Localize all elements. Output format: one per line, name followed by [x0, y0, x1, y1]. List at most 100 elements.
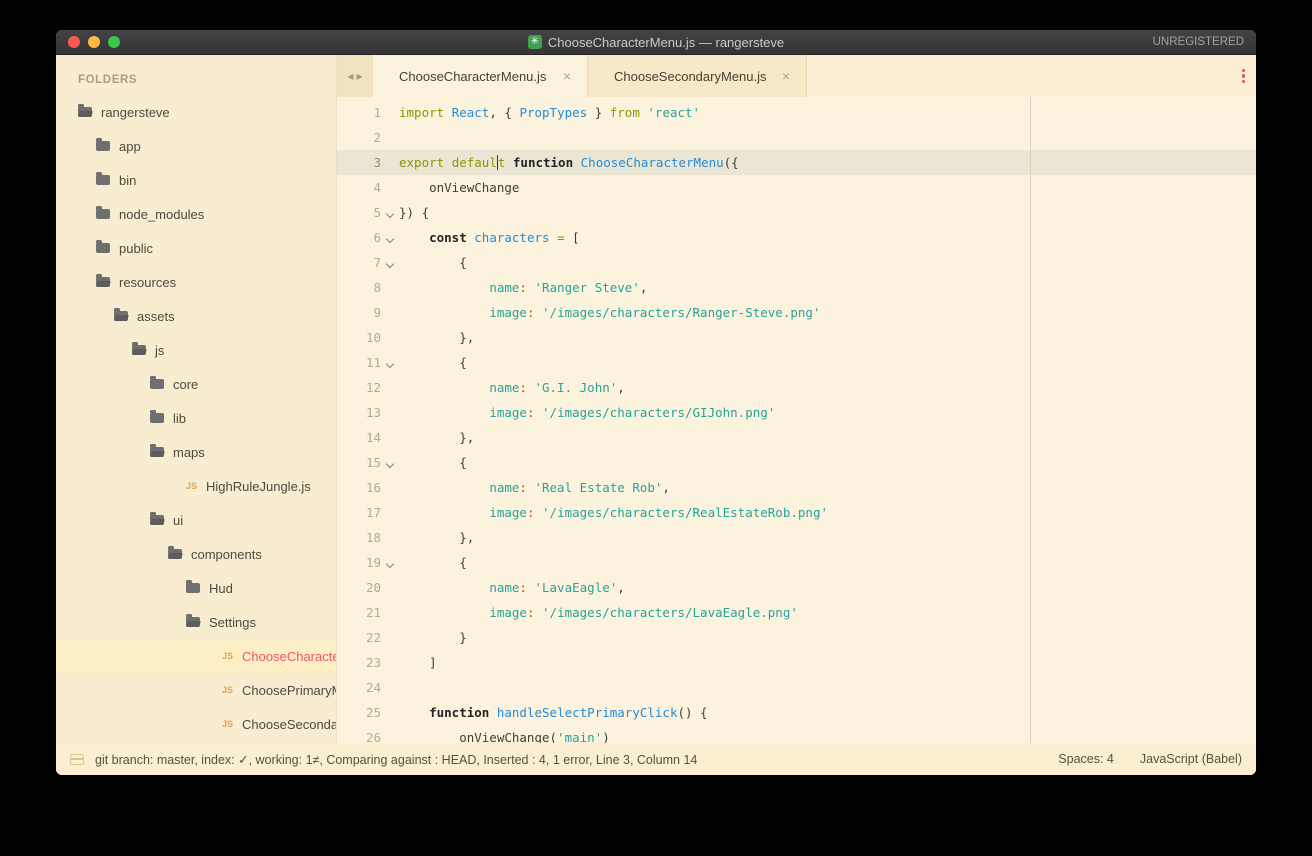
code-text: name: 'G.I. John', [399, 380, 625, 395]
code-text: image: '/images/characters/RealEstateRob… [399, 505, 828, 520]
code-text: function handleSelectPrimaryClick() { [399, 705, 708, 720]
code-line-3[interactable]: 3export default function ChooseCharacter… [337, 150, 1256, 175]
line-number: 17 [337, 505, 381, 520]
code-line-25[interactable]: 25 function handleSelectPrimaryClick() { [337, 700, 1256, 725]
sidebar-file-chooseprimarym[interactable]: JSChoosePrimaryM [56, 673, 336, 707]
code-line-6[interactable]: 6 const characters = [ [337, 225, 1256, 250]
code-text: name: 'Ranger Steve', [399, 280, 647, 295]
line-number: 1 [337, 105, 381, 120]
tab-label: ChooseSecondaryMenu.js [614, 69, 766, 84]
js-file-type-icon: ✳ [528, 35, 542, 49]
sidebar-folder-app[interactable]: app [56, 129, 336, 163]
tree-item-label: bin [119, 173, 136, 188]
tree-item-label: maps [173, 445, 205, 460]
folders-header: FOLDERS [78, 74, 336, 86]
code-line-19[interactable]: 19 { [337, 550, 1256, 575]
tree-item-label: lib [173, 411, 186, 426]
sidebar-folder-node_modules[interactable]: node_modules [56, 197, 336, 231]
line-number: 8 [337, 280, 381, 295]
code-line-11[interactable]: 11 { [337, 350, 1256, 375]
tree-item-label: public [119, 241, 153, 256]
sidebar-folder-bin[interactable]: bin [56, 163, 336, 197]
code-line-21[interactable]: 21 image: '/images/characters/LavaEagle.… [337, 600, 1256, 625]
line-number: 4 [337, 180, 381, 195]
js-file-icon: JS [222, 685, 233, 695]
tree-item-label: app [119, 139, 141, 154]
sidebar-file-choosecharacte[interactable]: JSChooseCharacte [56, 639, 336, 673]
code-editor[interactable]: 1 import React, { PropTypes } from 'react… [337, 97, 1256, 743]
sidebar-folder-maps[interactable]: maps [56, 435, 336, 469]
line-number: 25 [337, 705, 381, 720]
tree-item-label: Settings [209, 615, 256, 630]
tree-item-label: resources [119, 275, 176, 290]
zoom-window-button[interactable] [108, 36, 120, 48]
tab-nav-back-icon[interactable]: ◀ [347, 72, 353, 81]
line-number: 2 [337, 130, 381, 145]
indentation-setting[interactable]: Spaces: 4 [1058, 752, 1114, 766]
code-line-16[interactable]: 16 name: 'Real Estate Rob', [337, 475, 1256, 500]
line-number: 21 [337, 605, 381, 620]
overflow-menu-icon[interactable] [1242, 69, 1246, 84]
sidebar-folder-components[interactable]: components [56, 537, 336, 571]
sidebar-file-chooseseconda[interactable]: JSChooseSeconda [56, 707, 336, 741]
folder-open-icon [186, 617, 200, 627]
minimize-window-button[interactable] [88, 36, 100, 48]
code-line-26[interactable]: 26 onViewChange('main') [337, 725, 1256, 743]
code-lines: 1 import React, { PropTypes } from 'react… [337, 97, 1256, 743]
code-line-8[interactable]: 8 name: 'Ranger Steve', [337, 275, 1256, 300]
code-text: onViewChange [399, 180, 519, 195]
code-line-9[interactable]: 9 image: '/images/characters/Ranger-Stev… [337, 300, 1256, 325]
code-text: name: 'LavaEagle', [399, 580, 625, 595]
tab-close-icon[interactable]: × [782, 68, 790, 84]
tree-item-label: ChooseCharacte [242, 649, 337, 664]
close-window-button[interactable] [68, 36, 80, 48]
js-file-icon: JS [186, 481, 197, 491]
code-line-5[interactable]: 5}) { [337, 200, 1256, 225]
tab-choosecharactermenu[interactable]: ChooseCharacterMenu.js × [373, 55, 587, 97]
code-line-20[interactable]: 20 name: 'LavaEagle', [337, 575, 1256, 600]
line-number: 20 [337, 580, 381, 595]
tab-nav-forward-icon[interactable]: ▶ [357, 72, 363, 81]
tree-item-label: node_modules [119, 207, 204, 222]
code-text: import React, { PropTypes } from 'react' [399, 105, 700, 120]
code-line-12[interactable]: 12 name: 'G.I. John', [337, 375, 1256, 400]
folder-open-icon [132, 345, 146, 355]
code-line-18[interactable]: 18 }, [337, 525, 1256, 550]
sidebar-folder-lib[interactable]: lib [56, 401, 336, 435]
folder-open-icon [96, 277, 110, 287]
sidebar-folder-ui[interactable]: ui [56, 503, 336, 537]
tree-item-label: assets [137, 309, 175, 324]
code-line-10[interactable]: 10 }, [337, 325, 1256, 350]
code-line-1[interactable]: 1 import React, { PropTypes } from 'react… [337, 100, 1256, 125]
sidebar-file-highrulejungle.js[interactable]: JSHighRuleJungle.js [56, 469, 336, 503]
code-text: } [399, 630, 467, 645]
line-number: 19 [337, 555, 381, 570]
sidebar-folder-js[interactable]: js [56, 333, 336, 367]
line-number: 14 [337, 430, 381, 445]
code-line-24[interactable]: 24 [337, 675, 1256, 700]
panel-toggle-icon[interactable] [70, 754, 84, 765]
code-line-7[interactable]: 7 { [337, 250, 1256, 275]
code-line-4[interactable]: 4 onViewChange [337, 175, 1256, 200]
tree-item-label: ChooseSeconda [242, 717, 337, 732]
code-line-14[interactable]: 14 }, [337, 425, 1256, 450]
code-line-15[interactable]: 15 { [337, 450, 1256, 475]
sidebar-folder-settings[interactable]: Settings [56, 605, 336, 639]
sidebar-folder-rangersteve[interactable]: rangersteve [56, 95, 336, 129]
code-line-13[interactable]: 13 image: '/images/characters/GIJohn.png… [337, 400, 1256, 425]
sidebar-folder-public[interactable]: public [56, 231, 336, 265]
sidebar-folder-core[interactable]: core [56, 367, 336, 401]
code-line-2[interactable]: 2 [337, 125, 1256, 150]
tab-choosesecondarymenu[interactable]: ChooseSecondaryMenu.js × [587, 55, 807, 97]
code-text: export default function ChooseCharacterM… [399, 155, 739, 170]
sidebar-folder-assets[interactable]: assets [56, 299, 336, 333]
sidebar-folder-hud[interactable]: Hud [56, 571, 336, 605]
tab-close-icon[interactable]: × [563, 68, 571, 84]
sidebar-folder-resources[interactable]: resources [56, 265, 336, 299]
code-line-23[interactable]: 23 ] [337, 650, 1256, 675]
code-line-17[interactable]: 17 image: '/images/characters/RealEstate… [337, 500, 1256, 525]
code-text: { [399, 255, 467, 270]
code-line-22[interactable]: 22 } [337, 625, 1256, 650]
folder-open-icon [114, 311, 128, 321]
syntax-setting[interactable]: JavaScript (Babel) [1140, 752, 1242, 766]
